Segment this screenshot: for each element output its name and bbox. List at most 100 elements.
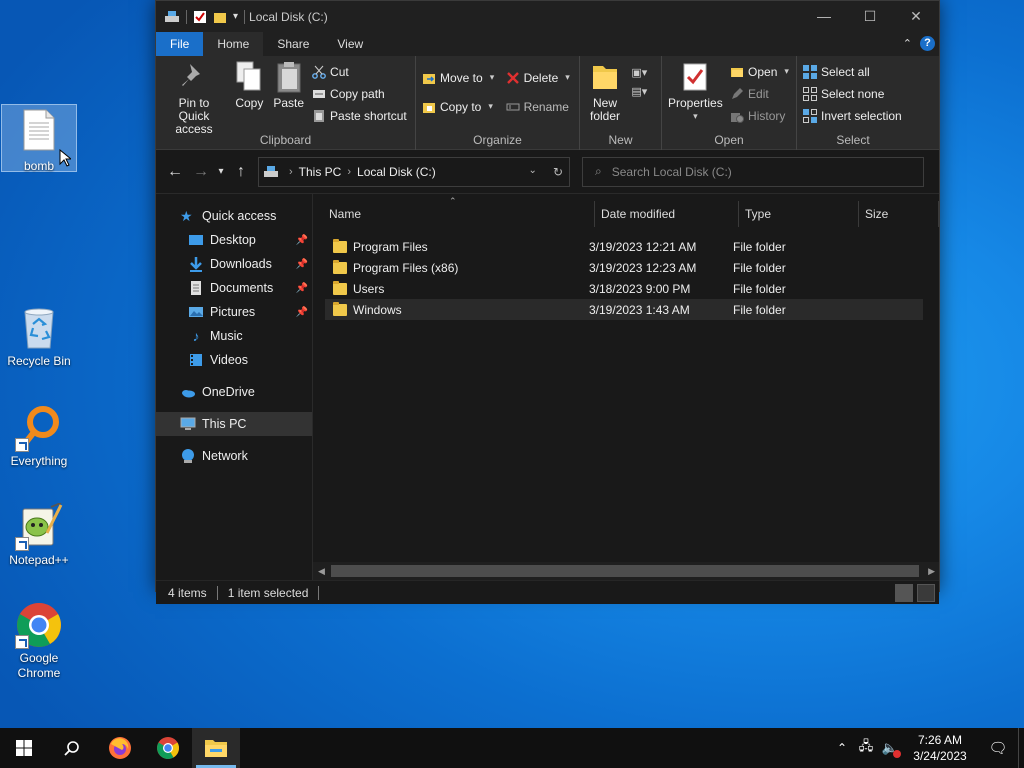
address-dropdown-chevron-icon[interactable]: ⌄ (529, 165, 537, 179)
desktop-icon-recycle-bin[interactable]: Recycle Bin (1, 304, 77, 368)
file-name: Program Files (x86) (353, 260, 459, 275)
file-list-pane: ⌃ Name Date modified Type Size Program F… (313, 194, 939, 580)
nav-network[interactable]: Network (156, 444, 312, 468)
tab-file[interactable]: File (156, 32, 204, 56)
volume-muted-icon[interactable]: 🔈 (878, 740, 902, 758)
nav-documents[interactable]: Documents 📌 (156, 276, 312, 300)
desktop-icon-google-chrome[interactable]: Google Chrome (1, 601, 77, 681)
up-arrow-icon[interactable]: ↑ (228, 163, 254, 181)
new-group: New folder ▣▾ ▤▾ New (580, 56, 662, 150)
open-button[interactable]: Open (730, 62, 789, 81)
select-all-button[interactable]: Select all (803, 62, 902, 81)
search-box[interactable]: ⌕ Search Local Disk (C:) (582, 156, 924, 187)
tab-view[interactable]: View (323, 32, 377, 56)
clock[interactable]: 7:26 AM 3/24/2023 (902, 732, 978, 764)
file-row[interactable]: Program Files 3/19/2023 12:21 AM File fo… (325, 236, 923, 257)
nav-onedrive[interactable]: OneDrive (156, 380, 312, 404)
desktop-icon-label: Recycle Bin (7, 354, 71, 368)
ribbon: Pin to Quick access Copy Paste Cut Copy … (156, 56, 939, 150)
taskbar-chrome[interactable] (144, 728, 192, 768)
refresh-icon[interactable]: ↻ (553, 165, 563, 179)
select-none-label: Select none (821, 86, 885, 101)
scroll-left-icon[interactable]: ◀ (318, 566, 325, 577)
copy-path-button[interactable]: Copy path (312, 84, 407, 103)
nav-desktop[interactable]: Desktop 📌 (156, 228, 312, 252)
rename-button[interactable]: Rename (506, 97, 570, 116)
delete-button[interactable]: Delete (506, 68, 570, 87)
file-date: 3/18/2023 9:00 PM (589, 281, 691, 296)
column-header-name[interactable]: Name (323, 201, 595, 227)
desktop-icon-bomb[interactable]: bomb (1, 104, 77, 173)
open-group: Properties ▾ Open Edit History Open (662, 56, 797, 150)
minimize-button[interactable]: — (801, 1, 847, 31)
edit-button[interactable]: Edit (730, 84, 789, 103)
nav-downloads[interactable]: Downloads 📌 (156, 252, 312, 276)
new-folder-qat-icon[interactable] (213, 10, 227, 24)
drive-icon[interactable] (164, 10, 180, 24)
tab-home[interactable]: Home (203, 32, 264, 56)
desktop-icon-notepadpp[interactable]: Notepad++ (1, 502, 77, 567)
invert-selection-button[interactable]: Invert selection (803, 106, 902, 125)
nav-pictures[interactable]: Pictures 📌 (156, 300, 312, 324)
new-item-icon[interactable]: ▣▾ (631, 66, 647, 79)
chrome-icon (15, 601, 63, 649)
nav-desktop-label: Desktop (210, 233, 256, 247)
recent-locations-chevron-icon[interactable]: ▾ (214, 166, 228, 177)
scroll-right-icon[interactable]: ▶ (928, 566, 935, 577)
desktop-icon-everything[interactable]: Everything (1, 404, 77, 468)
help-icon[interactable]: ? (920, 36, 935, 51)
cut-button[interactable]: Cut (312, 62, 407, 81)
close-button[interactable]: ✕ (893, 1, 939, 31)
column-header-type[interactable]: Type (739, 201, 859, 227)
start-button[interactable] (0, 728, 48, 768)
paste-shortcut-button[interactable]: Paste shortcut (312, 106, 407, 125)
copy-button[interactable]: Copy (233, 60, 265, 110)
properties-qat-icon[interactable] (193, 10, 207, 24)
nav-videos[interactable]: Videos (156, 348, 312, 372)
nav-quick-access[interactable]: ★ Quick access (156, 204, 312, 228)
select-none-button[interactable]: Select none (803, 84, 902, 103)
column-header-date[interactable]: Date modified (595, 201, 739, 227)
column-header-size[interactable]: Size (859, 201, 939, 227)
pin-icon: 📌 (295, 282, 308, 294)
breadcrumb-local-disk[interactable]: Local Disk (C:) (357, 165, 436, 179)
network-status-icon[interactable]: 🖧 (854, 737, 878, 759)
taskbar-firefox[interactable] (96, 728, 144, 768)
easy-access-icon[interactable]: ▤▾ (631, 85, 647, 98)
taskbar-search-button[interactable] (48, 728, 96, 768)
move-to-label: Move to (440, 70, 483, 85)
address-field[interactable]: › This PC › Local Disk (C:) ⌄ ↻ (258, 156, 570, 187)
pin-quick-access-button[interactable]: Pin to Quick access (162, 60, 226, 136)
file-row[interactable]: Windows 3/19/2023 1:43 AM File folder (325, 299, 923, 320)
scrollbar-thumb[interactable] (331, 565, 919, 577)
large-icons-view-icon[interactable] (917, 583, 935, 602)
window-title: Local Disk (C:) (249, 9, 328, 24)
maximize-button[interactable]: ☐ (847, 1, 893, 31)
move-to-button[interactable]: Move to (422, 68, 494, 87)
paste-button[interactable]: Paste (273, 60, 305, 110)
show-desktop-button[interactable] (1018, 728, 1024, 768)
breadcrumb-this-pc[interactable]: This PC (299, 165, 342, 179)
shortcut-arrow-icon (15, 635, 29, 649)
onedrive-cloud-icon (180, 384, 196, 400)
nav-music[interactable]: ♪ Music (156, 324, 312, 348)
nav-videos-label: Videos (210, 353, 248, 367)
history-button[interactable]: History (730, 106, 789, 125)
copy-path-icon (312, 87, 326, 101)
details-view-icon[interactable] (895, 583, 913, 602)
copy-to-button[interactable]: Copy to (422, 97, 494, 116)
show-hidden-icons-chevron-icon[interactable]: ⌃ (830, 741, 854, 755)
taskbar-file-explorer[interactable] (192, 728, 240, 768)
customize-qat-icon[interactable]: ▾ (233, 11, 238, 22)
nav-this-pc[interactable]: This PC (156, 412, 312, 436)
horizontal-scrollbar[interactable]: ◀ ▶ (313, 562, 939, 580)
forward-arrow-icon[interactable]: → (188, 163, 214, 181)
new-folder-button[interactable]: New folder (586, 60, 624, 123)
tab-share[interactable]: Share (263, 32, 323, 56)
back-arrow-icon[interactable]: ← (162, 163, 188, 181)
file-row[interactable]: Users 3/18/2023 9:00 PM File folder (325, 278, 923, 299)
collapse-ribbon-icon[interactable]: ⌃ (903, 37, 912, 50)
file-row[interactable]: Program Files (x86) 3/19/2023 12:23 AM F… (325, 257, 923, 278)
properties-button[interactable]: Properties ▾ (668, 60, 723, 123)
notifications-icon[interactable]: 🗨 (978, 739, 1018, 757)
